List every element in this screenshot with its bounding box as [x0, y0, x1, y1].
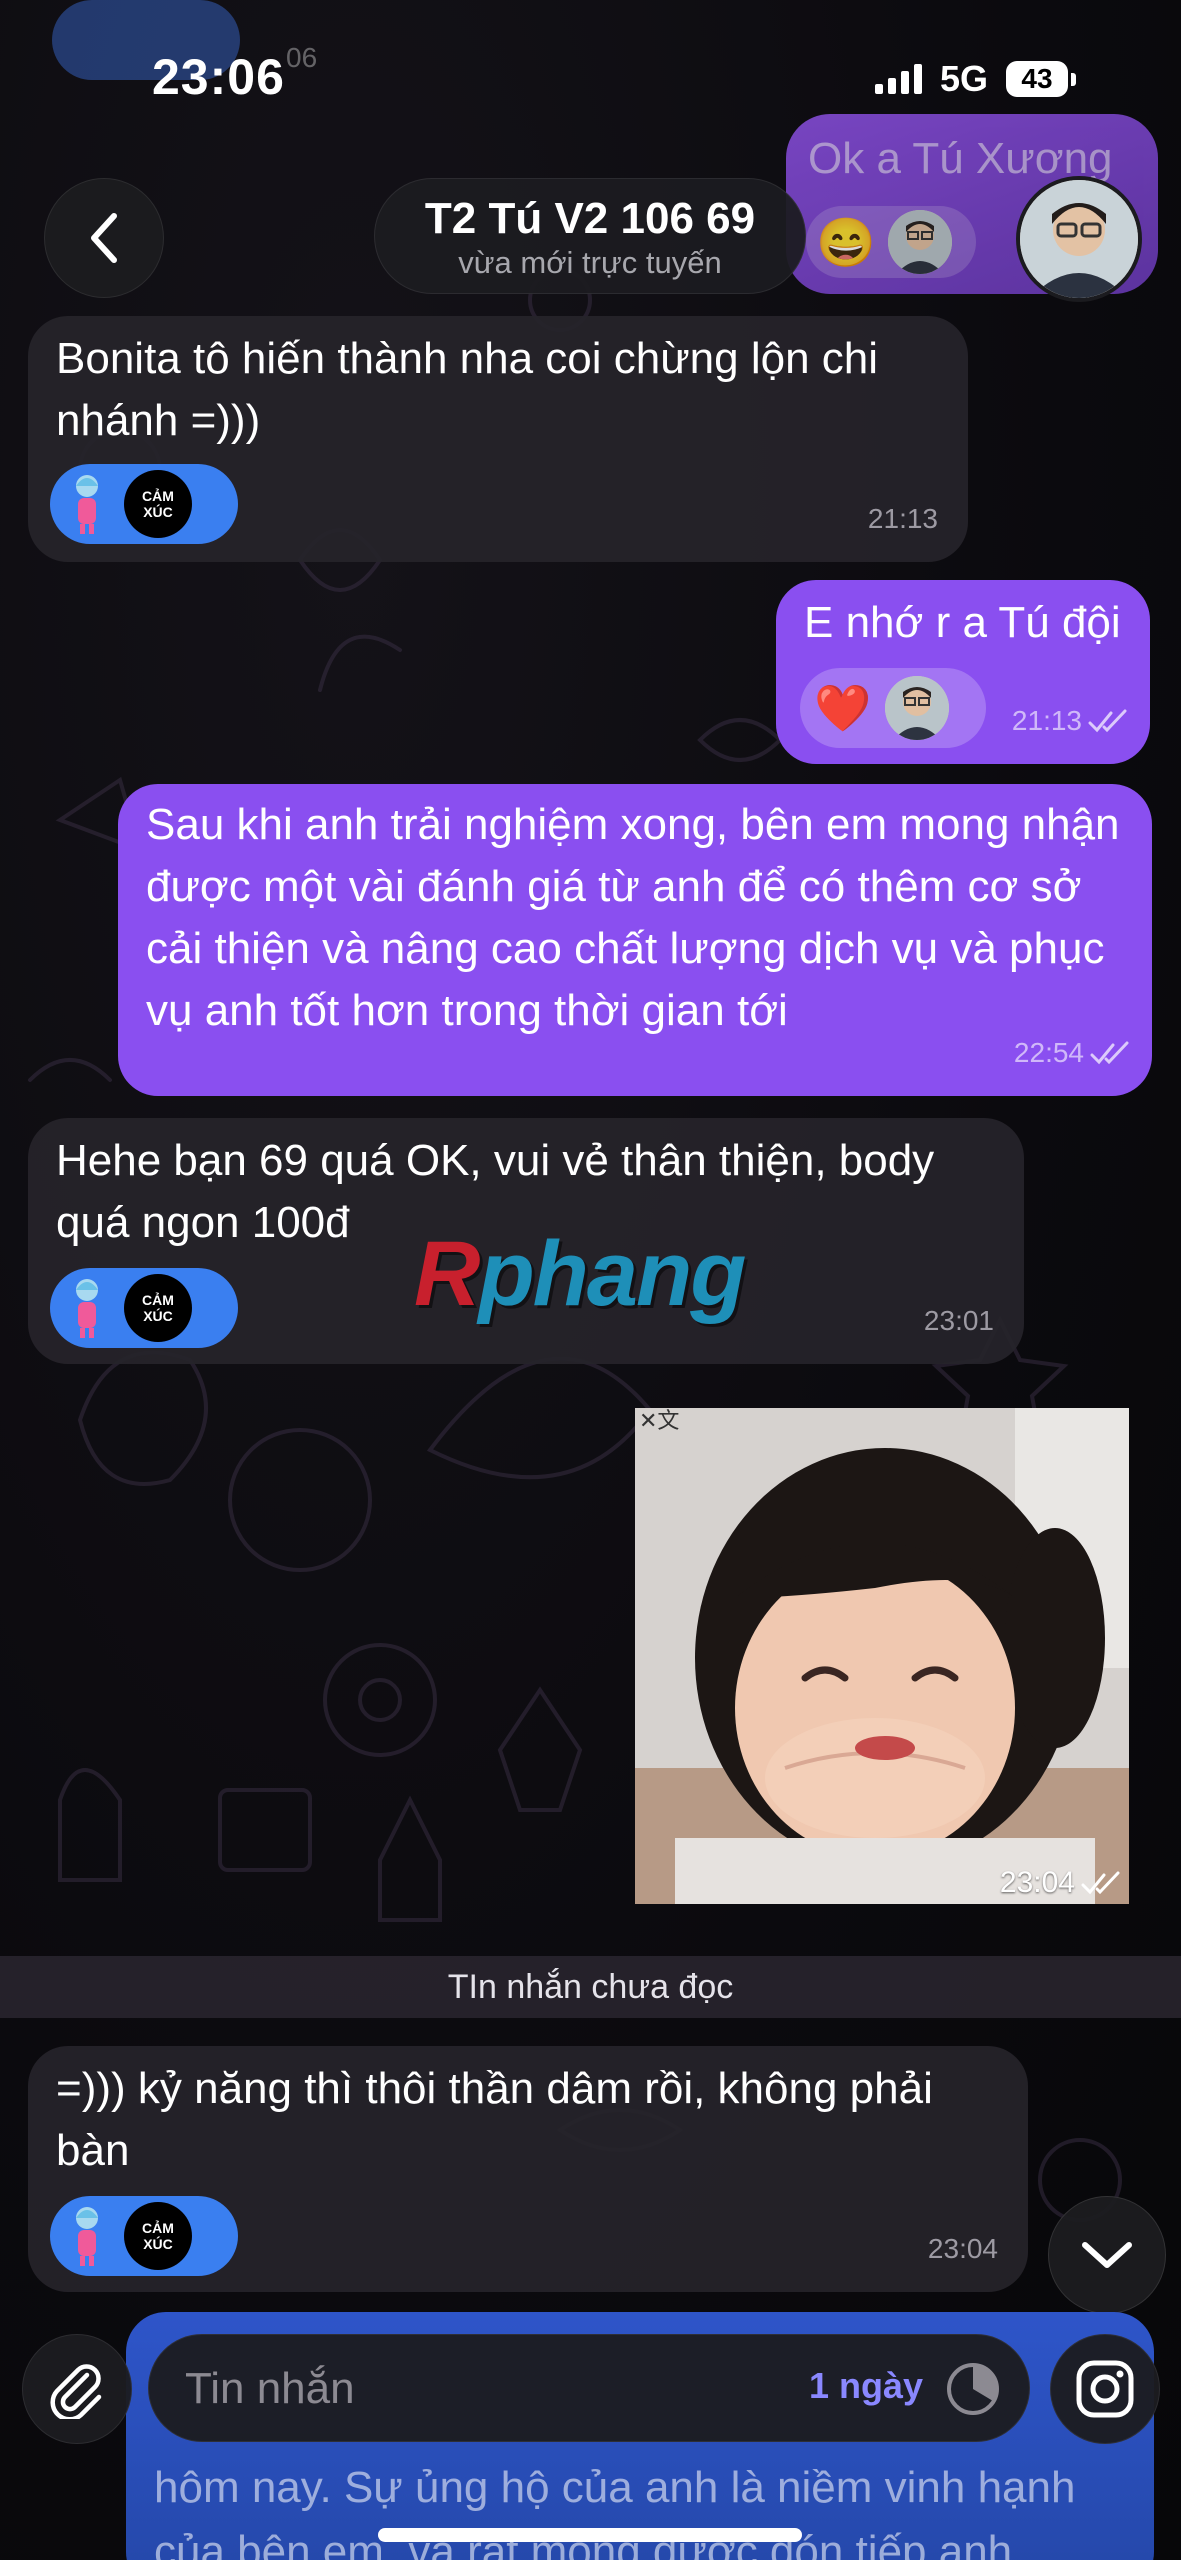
- chat-status: vừa mới trực tuyến: [458, 245, 722, 280]
- cam-xuc-badge: CẢM XÚC: [124, 2202, 192, 2270]
- read-checkmarks-icon: [1081, 1871, 1120, 1895]
- watermark-logo: Rphang: [414, 1223, 746, 1325]
- home-indicator: [378, 2528, 802, 2542]
- previous-message-reaction[interactable]: 😄: [806, 206, 976, 278]
- cam-xuc-badge: CẢM XÚC: [124, 470, 192, 538]
- reactor-avatar: [887, 210, 952, 274]
- attach-button[interactable]: [22, 2334, 132, 2444]
- reaction-pill[interactable]: ❤️: [800, 668, 986, 748]
- read-checkmarks-icon: [1088, 709, 1127, 733]
- instagram-button[interactable]: [1050, 2334, 1160, 2444]
- message-time: 21:13: [1012, 690, 1128, 752]
- battery-icon: 43: [1006, 61, 1076, 97]
- status-time: 23:06: [152, 49, 285, 105]
- message-bubble-incoming[interactable]: =))) kỷ năng thì thôi thần dâm rồi, khôn…: [28, 2046, 1028, 2292]
- message-time: 23:04: [927, 2233, 998, 2264]
- message-time: 21:13: [867, 503, 938, 534]
- sticker-icon: [76, 1279, 98, 1338]
- message-bubble-incoming[interactable]: Bonita tô hiến thành nha coi chừng lộn c…: [28, 316, 968, 562]
- message-composer[interactable]: 1 ngày: [148, 2334, 1030, 2443]
- battery-level: 43: [1006, 61, 1068, 97]
- reactor-avatar: [885, 676, 950, 740]
- read-checkmarks-icon: [1090, 1041, 1129, 1065]
- paperclip-icon: [50, 2364, 102, 2419]
- heart-icon: ❤️: [814, 682, 872, 734]
- unread-messages-divider: TIn nhắn chưa đọc: [0, 1956, 1181, 2018]
- chat-header[interactable]: T2 Tú V2 106 69 vừa mới trực tuyến: [374, 178, 806, 294]
- video-message[interactable]: ✕文 23:04: [635, 1408, 1129, 1904]
- message-time: 23:04: [1000, 1866, 1121, 1900]
- self-destruct-timer-label[interactable]: 1 ngày: [809, 2365, 923, 2407]
- back-button[interactable]: [44, 178, 164, 298]
- message-text: Bonita tô hiến thành nha coi chừng lộn c…: [56, 334, 879, 445]
- grin-emoji-icon: 😄: [816, 216, 876, 270]
- scroll-to-bottom-button[interactable]: [1048, 2196, 1166, 2314]
- network-label: 5G: [939, 58, 988, 99]
- cam-xuc-badge: CẢM XÚC: [124, 1274, 192, 1342]
- message-text: E nhớ r a Tú đội: [804, 598, 1121, 647]
- status-indicators: 5G 43: [874, 58, 1076, 100]
- chat-screen: 06 23:06 5G 43 Ok a Tú Xương 😄 T2 Tú V2 …: [0, 0, 1181, 2560]
- message-text: =))) kỷ năng thì thôi thần dâm rồi, khôn…: [56, 2064, 933, 2175]
- sticker-icon: [76, 475, 98, 534]
- reaction-pill[interactable]: CẢM XÚC: [50, 464, 238, 544]
- message-text: hôm nay. Sự ủng hộ của anh là niềm vinh …: [154, 2463, 1076, 2560]
- message-time: 23:01: [923, 1305, 994, 1336]
- sticker-icon: [76, 2207, 98, 2266]
- reaction-pill[interactable]: CẢM XÚC: [50, 2196, 238, 2276]
- signal-icon: [874, 64, 922, 94]
- timer-icon[interactable]: [943, 2359, 1003, 2419]
- instagram-icon: [1076, 2360, 1134, 2418]
- contact-avatar[interactable]: [1016, 176, 1142, 302]
- message-text: Sau khi anh trải nghiệm xong, bên em mon…: [146, 800, 1120, 1035]
- video-thumbnail: ✕文: [635, 1408, 1129, 1904]
- message-bubble-outgoing[interactable]: Sau khi anh trải nghiệm xong, bên em mon…: [118, 784, 1152, 1096]
- message-time: 22:54: [1014, 1022, 1130, 1084]
- chevron-left-icon: [91, 213, 117, 263]
- chat-title: T2 Tú V2 106 69: [424, 194, 756, 243]
- scrolled-time: 06: [286, 42, 318, 73]
- chevron-down-icon: [1082, 2242, 1132, 2268]
- message-input[interactable]: [183, 2335, 747, 2443]
- svg-text:✕文: ✕文: [639, 1409, 679, 1434]
- message-bubble-outgoing[interactable]: E nhớ r a Tú đội ❤️ 21:13: [776, 580, 1150, 764]
- reaction-pill[interactable]: CẢM XÚC: [50, 1268, 238, 1348]
